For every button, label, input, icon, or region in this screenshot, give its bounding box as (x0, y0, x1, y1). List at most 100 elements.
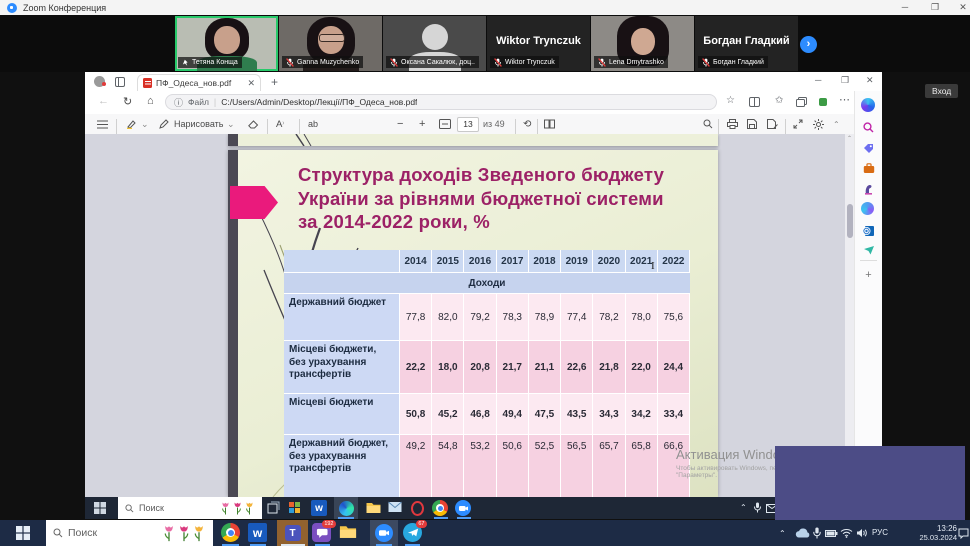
eraser-icon[interactable] (248, 114, 259, 134)
zoom-out-icon[interactable]: − (397, 114, 403, 134)
rotate-icon[interactable]: ⟲ (523, 114, 531, 134)
browser-close-button[interactable]: ✕ (866, 76, 874, 85)
tray-expand-icon[interactable]: ⌃ (740, 503, 747, 512)
shopping-tag-icon[interactable] (861, 141, 876, 156)
tab-close-icon[interactable]: ✕ (247, 78, 255, 88)
tools-icon[interactable] (861, 161, 876, 176)
tray-mic-icon[interactable] (812, 527, 822, 539)
new-tab-button[interactable]: + (271, 76, 278, 88)
address-field[interactable]: ⓘ Файл | C:/Users/Admin/Desktop/Лекції/П… (165, 94, 717, 110)
close-button[interactable]: ✕ (950, 0, 970, 15)
start-button[interactable] (0, 520, 46, 546)
tray-expand-icon[interactable]: ⌃ (779, 529, 786, 538)
search-document-icon[interactable] (703, 114, 713, 134)
browser-tab[interactable]: ПФ_Одеса_нов.pdf ✕ (137, 74, 261, 91)
settings-gear-icon[interactable] (813, 114, 824, 134)
favorite-star-icon[interactable]: ☆ (726, 96, 735, 106)
telegram-icon[interactable]: 67 (403, 520, 427, 542)
read-aloud-icon[interactable]: A ⁾ (276, 114, 284, 134)
sidebar-search-icon[interactable] (861, 120, 876, 135)
taskbar-search-input[interactable]: Поиск (46, 520, 213, 546)
teams-icon[interactable]: T (277, 520, 308, 546)
draw-dropdown[interactable]: ⌄ (227, 114, 235, 134)
collections-icon[interactable] (796, 97, 807, 107)
translate-icon[interactable]: ab (308, 114, 318, 134)
page-number-input[interactable]: 13 (457, 116, 479, 132)
wifi-icon[interactable] (840, 528, 853, 538)
copilot-icon[interactable] (861, 98, 875, 112)
scrollbar-thumb[interactable] (847, 204, 853, 238)
highlighter-dropdown[interactable]: ⌄ (141, 114, 149, 134)
participant-label: Тетяна Конща (178, 57, 242, 68)
refresh-icon[interactable]: ↻ (123, 95, 132, 108)
favorites-bar-icon[interactable]: ✩ (775, 96, 783, 106)
draw-label[interactable]: Нарисовать (174, 114, 223, 134)
maximize-button[interactable]: ❐ (922, 0, 948, 15)
muted-mic-icon (494, 57, 502, 67)
extension-icon[interactable] (818, 97, 828, 107)
participant-tile[interactable]: Оксана Сакалюк, доц.. (383, 16, 486, 71)
fullscreen-icon[interactable] (793, 114, 803, 134)
chrome-icon[interactable] (432, 500, 448, 516)
highlighter-icon[interactable] (126, 114, 136, 134)
chrome-icon[interactable] (221, 523, 240, 542)
language-indicator[interactable]: РУС (872, 528, 888, 537)
participant-tile[interactable]: Ganna Muzychenko (279, 16, 382, 71)
search-highlight-tulips[interactable] (162, 524, 206, 543)
info-icon[interactable]: ⓘ (174, 96, 183, 109)
file-explorer-icon[interactable] (366, 501, 381, 514)
outlook-icon[interactable] (861, 223, 876, 238)
split-screen-icon[interactable] (749, 97, 760, 107)
edge-icon[interactable] (334, 497, 358, 519)
app-blue-icon[interactable] (455, 500, 471, 516)
file-explorer-icon[interactable] (339, 524, 357, 539)
word-icon[interactable]: w (248, 523, 267, 542)
drop-icon[interactable] (861, 243, 876, 258)
home-icon[interactable]: ⌂ (147, 95, 154, 107)
clock[interactable]: 13:26 25.03.2024 (905, 524, 957, 542)
start-button[interactable] (94, 502, 106, 514)
participant-tile[interactable]: Богдан Гладкий Богдан Гладкий (695, 16, 798, 71)
browser-minimize-button[interactable]: ─ (815, 76, 821, 85)
pdf-content[interactable]: Структура доходів Зведеного бюджету Укра… (85, 134, 845, 497)
scroll-up-icon[interactable]: ⌃ (847, 135, 852, 142)
draw-pen-icon[interactable] (159, 114, 169, 134)
fit-page-icon[interactable] (439, 114, 451, 134)
tray-mic-icon[interactable] (753, 502, 762, 513)
task-view-icon[interactable] (267, 501, 280, 514)
page-view-icon[interactable] (544, 114, 555, 134)
volume-icon[interactable] (856, 528, 868, 538)
onedrive-icon[interactable] (795, 528, 810, 538)
back-icon[interactable]: ← (98, 95, 109, 107)
toc-icon[interactable] (97, 114, 108, 134)
mail-icon[interactable] (388, 501, 402, 513)
word-icon[interactable]: w (311, 500, 327, 516)
signin-button[interactable]: Вход (925, 84, 959, 98)
browser-maximize-button[interactable]: ❐ (841, 76, 849, 85)
participant-tile[interactable]: Lena Dmytrashko (591, 16, 694, 71)
participant-tile[interactable]: Wiktor Trynczuk Wiktor Trynczuk (487, 16, 590, 71)
m365-icon[interactable] (861, 202, 874, 215)
next-participants-button[interactable]: › (800, 36, 817, 53)
action-center-icon[interactable] (958, 528, 969, 539)
zoom-app-icon[interactable] (370, 520, 398, 546)
more-menu-icon[interactable]: ⋯ (839, 95, 850, 106)
games-icon[interactable] (861, 182, 876, 197)
save-icon[interactable] (747, 114, 757, 134)
toolbar-collapse-icon[interactable]: ⌃ (833, 114, 840, 134)
search-highlight-tulips[interactable] (220, 501, 255, 516)
save-as-icon[interactable] (767, 114, 778, 134)
app-grid-icon[interactable] (288, 501, 301, 514)
opera-icon[interactable] (411, 501, 424, 516)
desktop-search-input[interactable]: Поиск (118, 497, 262, 519)
address-path: C:/Users/Admin/Desktop/Лекції/ПФ_Одеса_н… (221, 97, 418, 107)
zoom-in-icon[interactable]: + (419, 114, 425, 134)
sidebar-add-icon[interactable]: + (861, 267, 876, 282)
battery-icon[interactable] (825, 530, 838, 537)
minimize-button[interactable]: ─ (892, 0, 918, 15)
viber-icon[interactable]: 192 (312, 520, 336, 542)
slide: Структура доходів Зведеного бюджету Укра… (228, 150, 718, 497)
participant-tile[interactable]: Тетяна Конща (175, 16, 278, 71)
tab-actions-icon[interactable] (115, 77, 125, 87)
print-icon[interactable] (727, 114, 738, 134)
